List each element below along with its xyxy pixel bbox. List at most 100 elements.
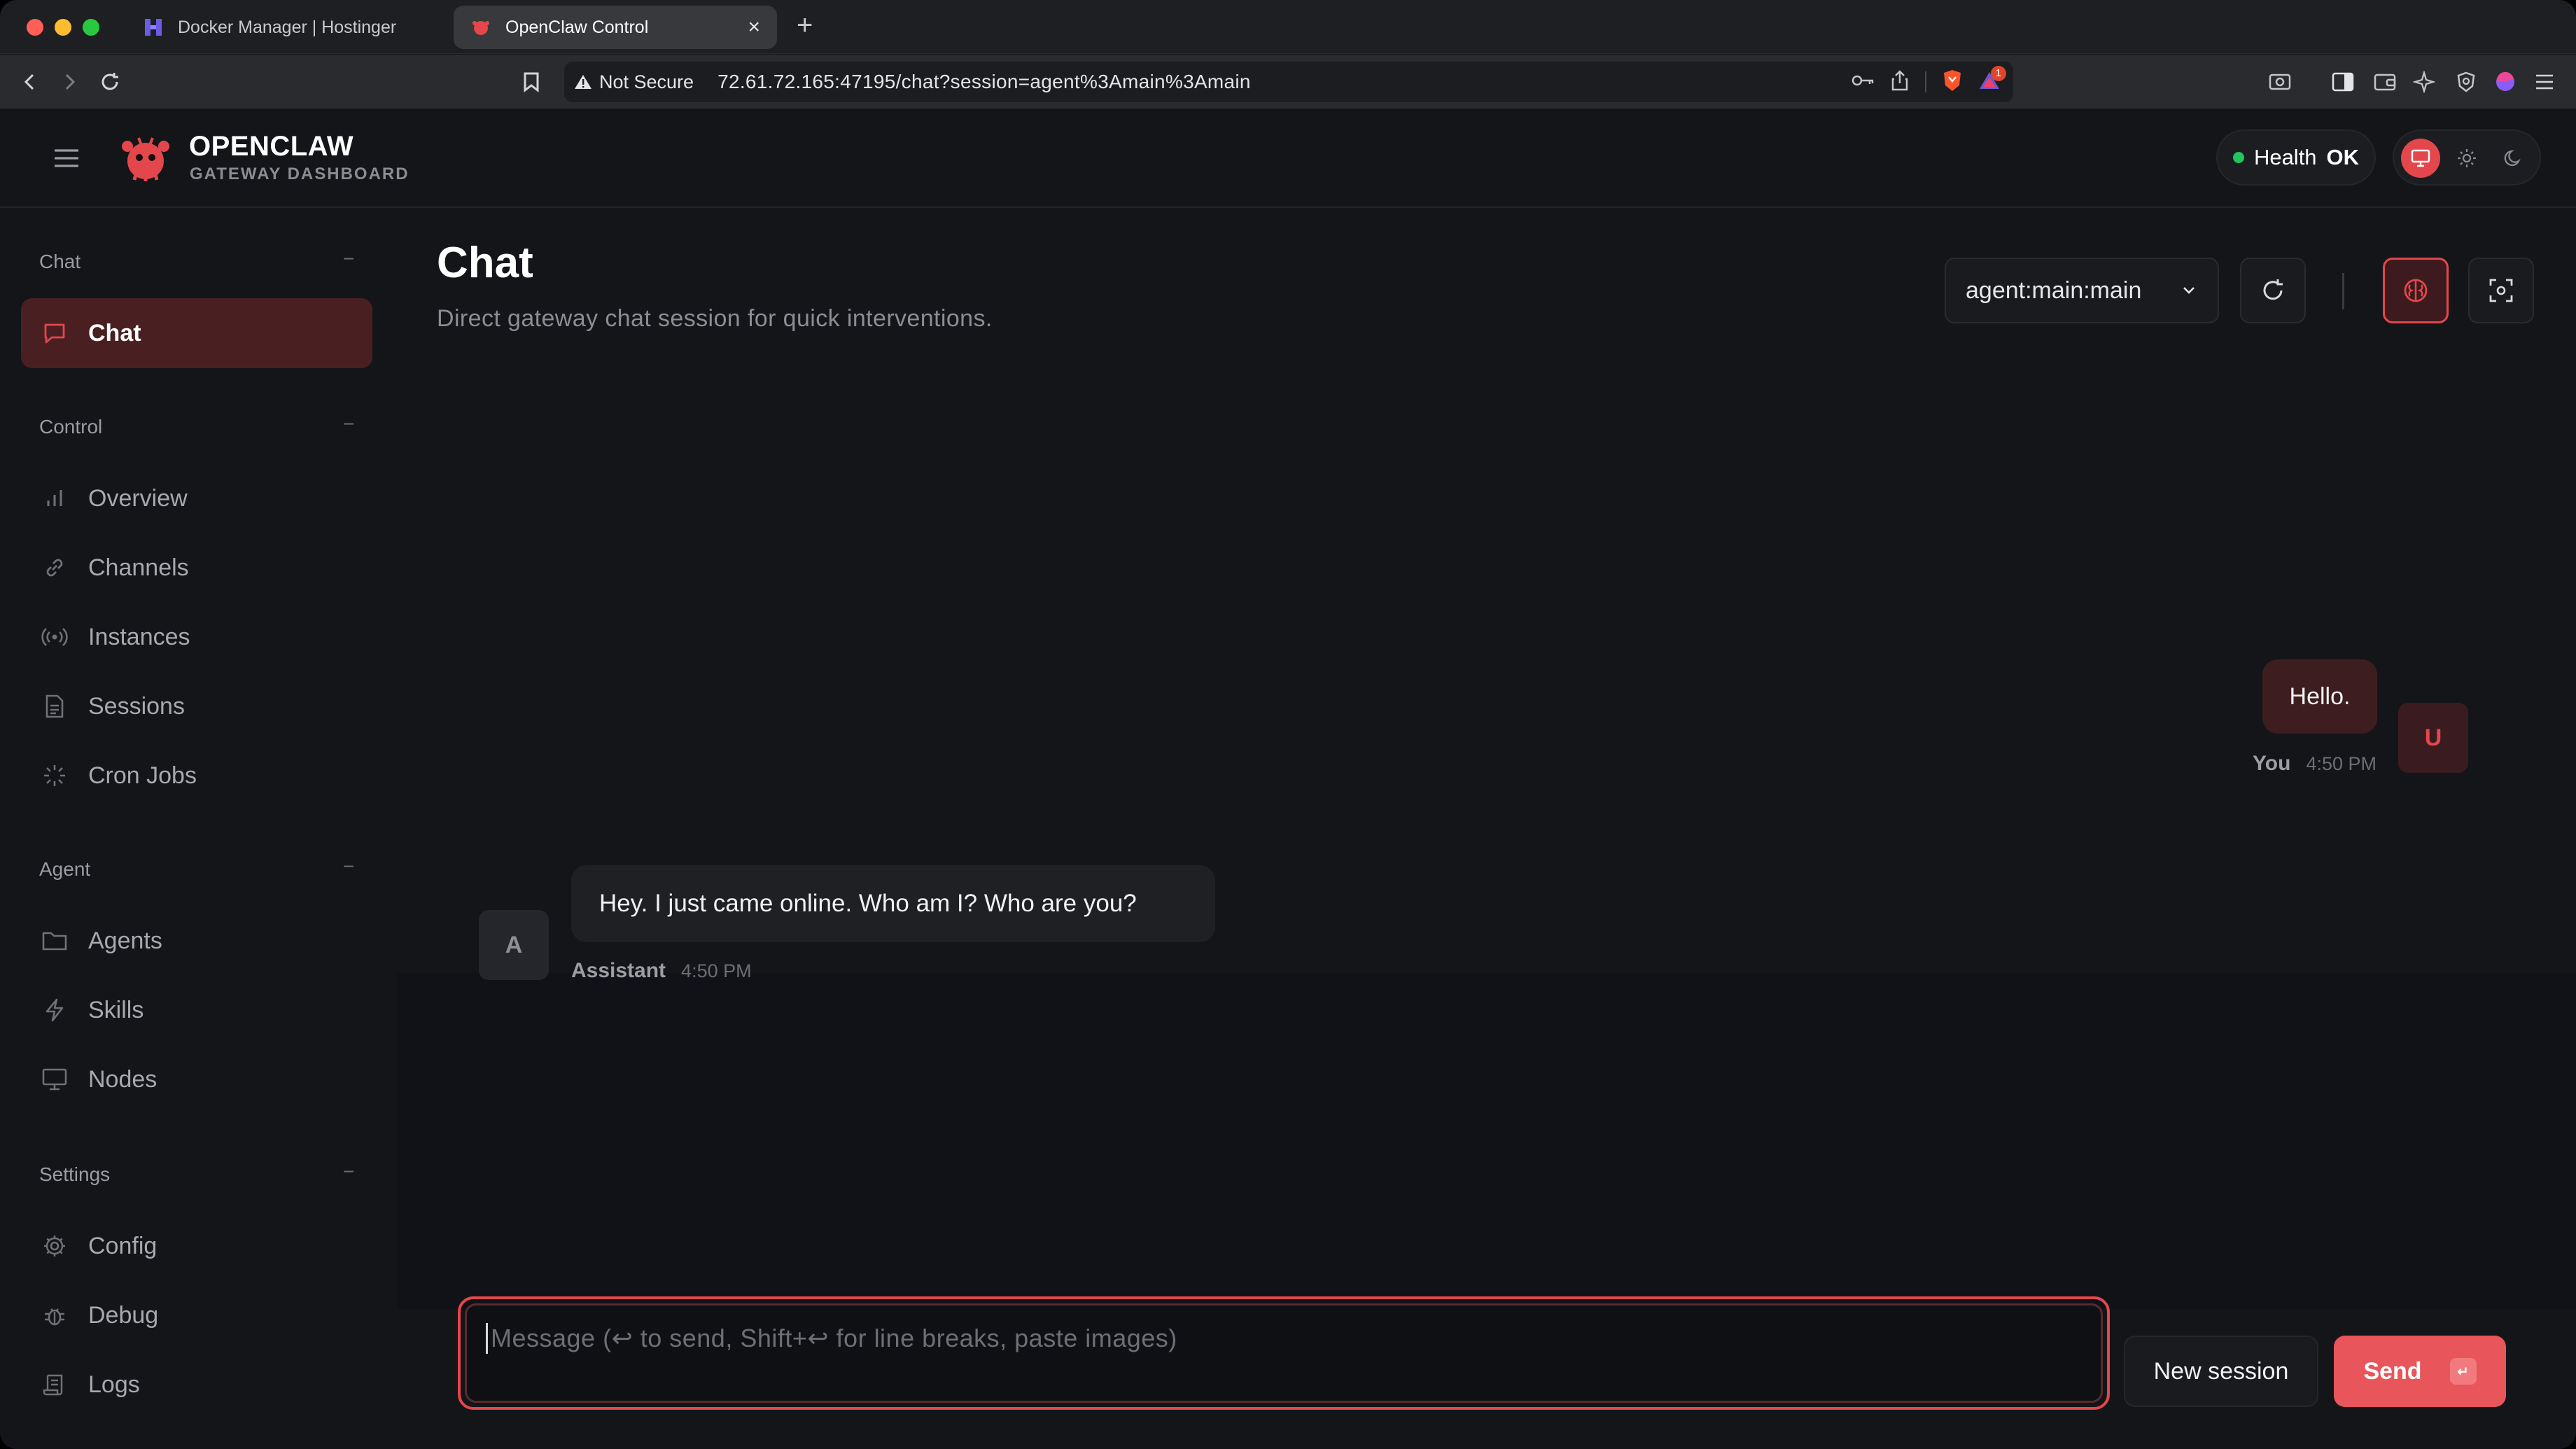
page-subtitle: Direct gateway chat session for quick in… <box>437 305 993 332</box>
tab-title: OpenClaw Control <box>505 17 649 37</box>
message-input[interactable] <box>465 1303 2103 1403</box>
address-bar-actions: 1 <box>1851 65 2006 97</box>
leo-ai-icon[interactable] <box>2409 67 2439 97</box>
focus-mode-button[interactable] <box>2468 258 2534 323</box>
key-icon[interactable] <box>1851 74 1875 91</box>
sidebar-item-channels[interactable]: Channels <box>21 533 372 603</box>
brave-shields-icon[interactable] <box>1942 69 1963 96</box>
refresh-button[interactable] <box>2240 258 2306 323</box>
sidebar-item-config[interactable]: Config <box>21 1211 372 1281</box>
collapse-settings-icon[interactable]: − <box>343 1161 354 1183</box>
window-close-button[interactable] <box>27 19 43 36</box>
menu-icon[interactable] <box>2530 67 2559 97</box>
sidebar-group-control[interactable]: Control <box>39 416 102 438</box>
send-button[interactable]: Send ↵ <box>2334 1336 2506 1407</box>
close-tab-icon[interactable]: × <box>748 15 760 39</box>
refresh-icon <box>2263 279 2283 300</box>
sidebar-item-label: Overview <box>88 484 188 512</box>
hostinger-icon <box>143 17 164 38</box>
url-text[interactable]: 72.61.72.165:47195/chat?session=agent%3A… <box>718 71 1251 93</box>
forward-icon[interactable] <box>55 67 84 97</box>
main-content: Chat Direct gateway chat session for qui… <box>392 209 2576 1449</box>
health-indicator-dot <box>2232 152 2244 163</box>
sidebar-item-overview[interactable]: Overview <box>21 463 372 533</box>
vpn-shield-icon[interactable] <box>2451 67 2481 97</box>
sidebar-item-agents[interactable]: Agents <box>21 906 372 976</box>
scan-icon <box>2489 279 2513 302</box>
security-indicator[interactable]: Not Secure <box>574 71 694 93</box>
collapse-agent-icon[interactable]: − <box>343 855 354 878</box>
sidebar-item-label: Skills <box>88 996 144 1023</box>
browser-tab-docker-manager[interactable]: Docker Manager | Hostinger <box>126 6 448 49</box>
theme-switcher <box>2393 130 2541 186</box>
moon-icon <box>2504 150 2521 167</box>
brain-icon <box>2404 279 2428 302</box>
message-timestamp: 4:50 PM <box>681 960 752 981</box>
user-message-bubble: Hello. <box>2262 659 2377 734</box>
scroll-icon <box>41 1371 69 1399</box>
sidebar-item-label: Config <box>88 1232 158 1259</box>
sidebar-item-chat[interactable]: Chat <box>21 298 372 368</box>
collapse-chat-icon[interactable]: − <box>343 248 354 270</box>
share-icon[interactable] <box>1890 69 1910 95</box>
sun-icon <box>2458 149 2476 167</box>
session-select[interactable]: agent:main:main <box>1945 258 2219 323</box>
sidebar-item-cron-jobs[interactable]: Cron Jobs <box>21 741 372 811</box>
sidebar-group-chat[interactable]: Chat <box>39 251 80 273</box>
assistant-message-meta: Assistant 4:50 PM <box>571 959 752 983</box>
thinking-toggle-button[interactable] <box>2383 258 2449 323</box>
tab-title: Docker Manager | Hostinger <box>178 17 397 37</box>
profile-icon[interactable] <box>2491 67 2520 97</box>
sidebar-item-nodes[interactable]: Nodes <box>21 1044 372 1114</box>
screenshot-icon[interactable] <box>2265 67 2295 97</box>
security-label: Not Secure <box>599 71 694 92</box>
zap-icon <box>41 996 69 1024</box>
collapse-control-icon[interactable]: − <box>343 413 354 435</box>
browser-tab-openclaw[interactable]: OpenClaw Control × <box>454 6 777 49</box>
sidebar-toggle-icon[interactable] <box>2328 67 2358 97</box>
brand-title: OPENCLAW <box>189 131 354 162</box>
window-minimize-button[interactable] <box>55 19 71 36</box>
reload-icon[interactable] <box>95 67 125 97</box>
sidebar-group-settings[interactable]: Settings <box>39 1163 110 1186</box>
browser-window: Docker Manager | Hostinger OpenClaw Cont… <box>0 0 2576 1449</box>
sidebar-item-label: Debug <box>88 1301 159 1329</box>
sidebar-group-agent[interactable]: Agent <box>39 858 90 881</box>
openclaw-icon <box>470 17 491 38</box>
sidebar-item-debug[interactable]: Debug <box>21 1280 372 1350</box>
sidebar: Chat − Chat Control − Overview Channels <box>0 209 392 1449</box>
monitor-icon <box>2411 149 2430 167</box>
back-icon[interactable] <box>15 67 45 97</box>
new-tab-icon[interactable]: + <box>797 10 813 41</box>
health-label: Health <box>2253 145 2317 169</box>
message-composer-focus-ring <box>458 1296 2110 1410</box>
wallet-icon[interactable] <box>2370 67 2400 97</box>
bookmark-icon[interactable] <box>517 67 546 97</box>
sidebar-item-label: Instances <box>88 623 190 650</box>
system-theme-button[interactable] <box>2401 139 2440 178</box>
brave-rewards-icon[interactable]: 1 <box>1978 65 2006 94</box>
light-theme-button[interactable] <box>2447 139 2486 178</box>
sidebar-item-label: Agents <box>88 927 162 954</box>
new-session-button[interactable]: New session <box>2124 1336 2318 1407</box>
brand-subtitle: GATEWAY DASHBOARD <box>190 164 410 183</box>
chat-thread-background <box>398 973 2576 1309</box>
sidebar-item-label: Cron Jobs <box>88 762 197 789</box>
message-sender: Assistant <box>571 959 666 982</box>
sidebar-item-skills[interactable]: Skills <box>21 975 372 1045</box>
message-timestamp: 4:50 PM <box>2306 753 2376 774</box>
sidebar-item-instances[interactable]: Instances <box>21 602 372 672</box>
sidebar-item-sessions[interactable]: Sessions <box>21 671 372 741</box>
warning-icon <box>575 75 592 89</box>
tab-strip: Docker Manager | Hostinger OpenClaw Cont… <box>0 0 2576 54</box>
address-bar[interactable]: Not Secure 72.61.72.165:47195/chat?sessi… <box>564 62 2013 102</box>
loader-icon <box>41 762 69 790</box>
window-zoom-button[interactable] <box>83 19 99 36</box>
dark-theme-button[interactable] <box>2493 139 2533 178</box>
assistant-avatar: A <box>479 910 549 980</box>
sidebar-item-label: Sessions <box>88 692 185 720</box>
sidebar-menu-icon[interactable] <box>52 144 81 173</box>
openclaw-logo <box>118 130 174 186</box>
bar-chart-icon <box>41 484 69 512</box>
sidebar-item-logs[interactable]: Logs <box>21 1350 372 1420</box>
